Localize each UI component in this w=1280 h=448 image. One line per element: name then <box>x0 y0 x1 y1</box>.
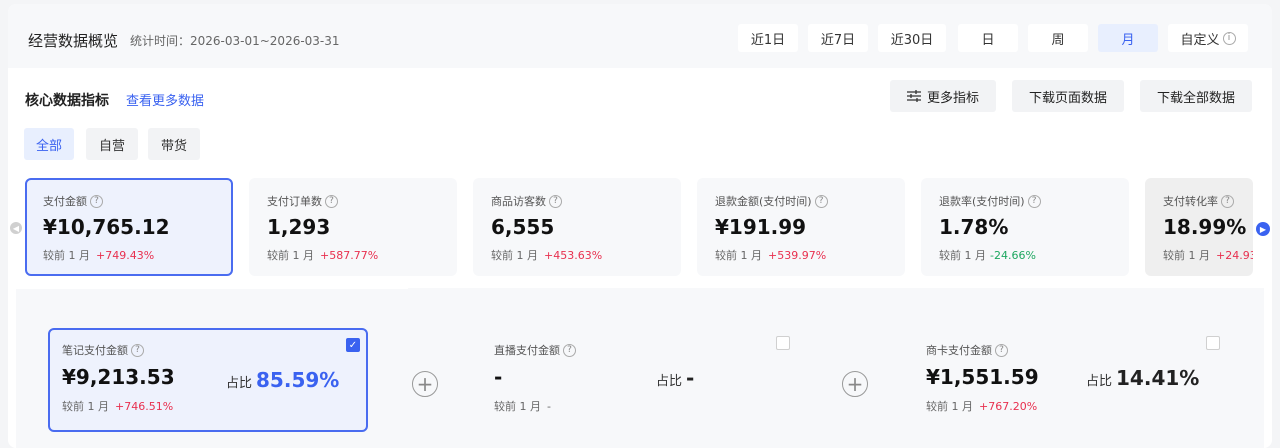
page-title: 经营数据概览 <box>28 32 119 50</box>
check-icon: ✓ <box>348 339 358 351</box>
info-icon: ? <box>90 194 103 208</box>
metric-compare-label: 较前 1 月 <box>939 249 986 262</box>
metric-card-conversion-rate[interactable]: 支付转化率? 18.99% 较前 1 月 +24.93 <box>1145 178 1253 276</box>
metric-label: 商品访客数 <box>491 195 546 208</box>
select-checkbox[interactable] <box>1206 336 1220 350</box>
range-custom-button[interactable]: 自定义 i <box>1168 24 1248 52</box>
metric-label: 支付转化率 <box>1163 195 1218 208</box>
stat-time: 统计时间：2026-03-01~2026-03-31 <box>130 34 340 48</box>
select-checkbox[interactable] <box>776 336 790 350</box>
breakdown-label: 直播支付金额 <box>494 344 560 357</box>
download-all-data-button[interactable]: 下载全部数据 <box>1140 80 1252 112</box>
metric-card-order-count[interactable]: 支付订单数? 1,293 较前 1 月 +587.77% <box>249 178 457 276</box>
plus-icon: + <box>842 371 868 397</box>
metric-value: 18.99% <box>1163 215 1247 239</box>
ratio-label: 占比 <box>1086 374 1113 389</box>
breakdown-label: 笔记支付金额 <box>62 344 128 357</box>
metric-label: 支付金额 <box>43 195 87 208</box>
ratio-value: - <box>686 366 695 390</box>
metric-value: 6,555 <box>491 215 555 239</box>
range-day-button[interactable]: 日 <box>958 24 1018 52</box>
breakdown-compare-label: 较前 1 月 <box>62 400 109 413</box>
metric-label: 退款金额(支付时间) <box>715 195 812 208</box>
breakdown-change: +767.20% <box>979 400 1038 413</box>
metric-compare-label: 较前 1 月 <box>715 249 762 262</box>
core-section-title: 核心数据指标 <box>25 93 109 109</box>
metric-value: 1.78% <box>939 215 1009 239</box>
metric-label: 支付订单数 <box>267 195 322 208</box>
more-metrics-label: 更多指标 <box>926 90 979 106</box>
sliders-icon <box>906 90 921 102</box>
metric-value: ¥10,765.12 <box>43 215 170 239</box>
range-1d-button[interactable]: 近1日 <box>738 24 798 52</box>
info-icon: ? <box>325 194 338 208</box>
metric-label: 退款率(支付时间) <box>939 195 1025 208</box>
breakdown-compare-label: 较前 1 月 <box>926 400 973 413</box>
tab-self-operated[interactable]: 自营 <box>86 128 138 160</box>
info-icon: i <box>1222 31 1236 45</box>
metric-change: +587.77% <box>320 249 379 262</box>
info-icon: ? <box>1027 194 1041 208</box>
breakdown-card-note-payment[interactable]: 笔记支付金额? ¥9,213.53 较前 1 月 +746.51% 占比 85.5… <box>48 328 368 432</box>
breakdown-card-product-card-payment[interactable]: 商卡支付金额? ¥1,551.59 较前 1 月 +767.20% 占比 14.4… <box>912 328 1232 432</box>
tab-affiliate[interactable]: 带货 <box>148 128 200 160</box>
chevron-left-icon[interactable]: ◀ <box>10 222 22 234</box>
range-30d-button[interactable]: 近30日 <box>878 24 946 52</box>
info-icon: ? <box>814 194 828 208</box>
info-icon: ? <box>1221 194 1234 208</box>
range-week-button[interactable]: 周 <box>1028 24 1088 52</box>
overview-header: 经营数据概览 统计时间：2026-03-01~2026-03-31 近1日 近7… <box>8 4 1272 68</box>
range-7d-button[interactable]: 近7日 <box>808 24 868 52</box>
metric-change: -24.66% <box>990 249 1036 262</box>
breakdown-value: - <box>494 365 503 389</box>
download-page-data-button[interactable]: 下载页面数据 <box>1012 80 1124 112</box>
metric-card-product-visitors[interactable]: 商品访客数? 6,555 较前 1 月 +453.63% <box>473 178 681 276</box>
metric-card-refund-amount[interactable]: 退款金额(支付时间)? ¥191.99 较前 1 月 +539.97% <box>697 178 905 276</box>
metric-card-refund-rate[interactable]: 退款率(支付时间)? 1.78% 较前 1 月 -24.66% <box>921 178 1129 276</box>
metric-change: +453.63% <box>544 249 603 262</box>
ratio-label: 占比 <box>226 376 253 391</box>
metric-change: +24.93 <box>1216 249 1253 262</box>
metric-compare-label: 较前 1 月 <box>267 249 314 262</box>
breakdown-card-live-payment[interactable]: 直播支付金额? - 较前 1 月- 占比 - <box>480 328 800 432</box>
breakdown-change: +746.51% <box>115 400 174 413</box>
metric-compare-label: 较前 1 月 <box>1163 249 1210 262</box>
ratio-value: 14.41% <box>1116 366 1200 390</box>
breakdown-divider <box>16 288 408 289</box>
info-icon: ? <box>995 343 1008 357</box>
info-icon: ? <box>549 194 562 208</box>
breakdown-change: - <box>547 400 551 413</box>
breakdown-compare-label: 较前 1 月 <box>494 400 541 413</box>
chevron-right-icon[interactable]: ▶ <box>1256 222 1270 236</box>
metric-compare-label: 较前 1 月 <box>491 249 538 262</box>
info-icon: ? <box>563 343 576 357</box>
ratio-label: 占比 <box>656 374 683 389</box>
more-metrics-button[interactable]: 更多指标 <box>890 80 996 112</box>
metric-change: +749.43% <box>96 249 155 262</box>
metric-compare-label: 较前 1 月 <box>43 249 90 262</box>
info-icon: ? <box>131 343 144 357</box>
metric-card-payment-amount[interactable]: 支付金额? ¥10,765.12 较前 1 月 +749.43% <box>25 178 233 276</box>
select-checkbox[interactable]: ✓ <box>346 338 360 352</box>
metric-value: ¥191.99 <box>715 215 807 239</box>
tab-all[interactable]: 全部 <box>24 128 74 160</box>
range-custom-label: 自定义 <box>1180 32 1220 48</box>
metric-value: 1,293 <box>267 215 331 239</box>
plus-icon: + <box>412 371 438 397</box>
metric-change: +539.97% <box>768 249 827 262</box>
range-month-button[interactable]: 月 <box>1098 24 1158 52</box>
breakdown-label: 商卡支付金额 <box>926 344 992 357</box>
ratio-value: 85.59% <box>256 368 340 392</box>
more-data-link[interactable]: 查看更多数据 <box>126 90 204 109</box>
